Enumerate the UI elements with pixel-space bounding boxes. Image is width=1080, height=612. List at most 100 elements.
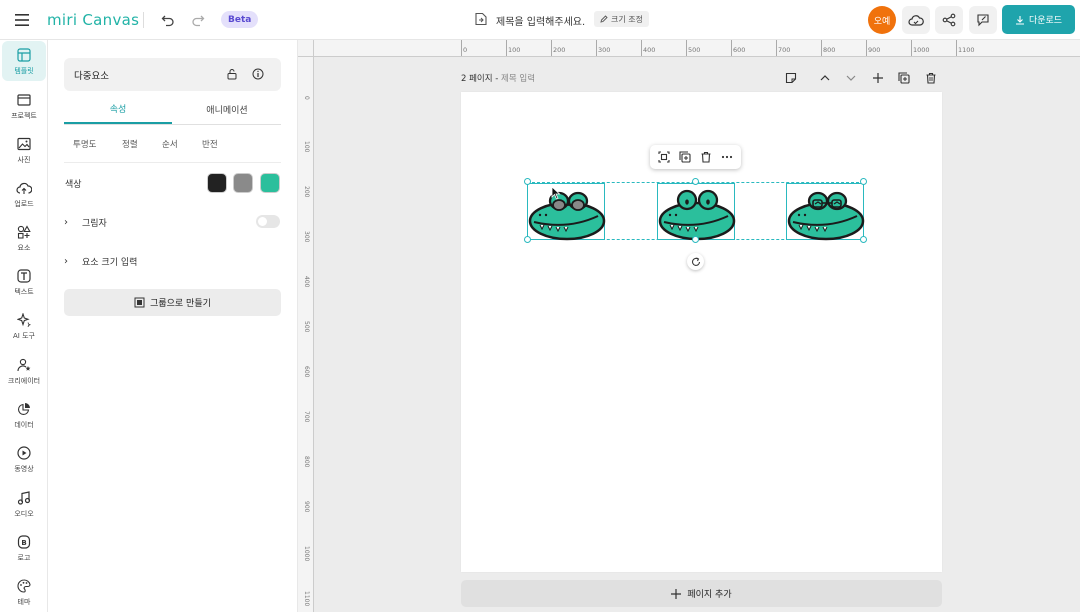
subtab-align[interactable]: 정렬 bbox=[122, 138, 138, 150]
subtab-order[interactable]: 순서 bbox=[162, 138, 178, 150]
comment-edit-icon bbox=[977, 14, 989, 27]
more-icon[interactable] bbox=[719, 149, 735, 165]
rail-item-photo[interactable]: 사진 bbox=[2, 130, 46, 170]
unlock-icon[interactable] bbox=[224, 66, 240, 82]
share-button[interactable] bbox=[935, 6, 963, 34]
download-icon bbox=[1015, 15, 1024, 25]
logo-icon: B bbox=[16, 534, 32, 550]
top-bar: miri Canvas Beta 제목을 입력해주세요. 크기 조정 오예 다운 bbox=[0, 0, 1080, 40]
document-icon bbox=[472, 10, 490, 28]
ruler-tick-label: 400 bbox=[640, 40, 656, 56]
ruler-tick-label: 900 bbox=[865, 40, 881, 56]
shadow-row[interactable]: › 그림자 bbox=[64, 212, 281, 232]
ai-tools-icon bbox=[16, 312, 32, 328]
page-title-input[interactable]: 제목 입력 bbox=[501, 74, 535, 84]
rail-item-project[interactable]: 프로젝트 bbox=[2, 86, 46, 126]
rail-item-logo[interactable]: B 로고 bbox=[2, 528, 46, 568]
chevron-right-icon: › bbox=[64, 255, 68, 267]
ruler-tick-label: 900 bbox=[303, 501, 310, 513]
rail-item-elements[interactable]: 요소 bbox=[2, 218, 46, 258]
upload-icon bbox=[16, 180, 32, 196]
app-logo[interactable]: miri Canvas bbox=[47, 9, 139, 31]
canvas-workspace: 0 100 200 300 400 500 600 700 800 900 1000 1100 0 10… bbox=[298, 40, 1080, 612]
rail-item-label: 크리에이터 bbox=[7, 376, 41, 385]
rail-item-label: AI 도구 bbox=[13, 331, 35, 340]
rail-item-text[interactable]: 텍스트 bbox=[2, 262, 46, 302]
share-icon bbox=[942, 13, 956, 27]
rotate-icon[interactable] bbox=[687, 253, 704, 270]
chevron-down-icon[interactable] bbox=[842, 69, 860, 87]
rail-item-theme[interactable]: 테마 bbox=[2, 572, 46, 612]
subtab-flip[interactable]: 반전 bbox=[202, 138, 218, 150]
info-icon[interactable] bbox=[250, 66, 266, 82]
ruler-tick-label: 0 bbox=[460, 40, 468, 56]
undo-icon[interactable] bbox=[156, 8, 180, 32]
resize-handle[interactable] bbox=[860, 236, 867, 243]
rail-item-template[interactable]: 템플릿 bbox=[2, 41, 46, 81]
vertical-ruler: 0 100 200 300 400 500 600 700 800 900 1000 1100 bbox=[298, 57, 314, 612]
panel-title: 다중요소 bbox=[74, 71, 109, 82]
redo-icon[interactable] bbox=[186, 8, 210, 32]
resize-handle[interactable] bbox=[524, 236, 531, 243]
crocodile-sunglasses-element[interactable] bbox=[527, 183, 606, 241]
rail-item-label: 요소 bbox=[17, 243, 31, 252]
creator-icon bbox=[16, 357, 32, 373]
menu-icon[interactable] bbox=[10, 8, 34, 32]
trash-icon[interactable] bbox=[922, 69, 940, 87]
page-note-icon[interactable] bbox=[782, 69, 800, 87]
rail-item-upload[interactable]: 업로드 bbox=[2, 174, 46, 214]
group-button[interactable]: 그룹으로 만들기 bbox=[64, 289, 281, 316]
download-button[interactable]: 다운로드 bbox=[1002, 5, 1075, 34]
rail-item-creator[interactable]: 크리에이터 bbox=[2, 351, 46, 391]
ruler-tick-label: 200 bbox=[550, 40, 566, 56]
mouse-cursor-icon bbox=[551, 185, 561, 204]
rail-item-label: 프로젝트 bbox=[11, 111, 37, 120]
add-page-button[interactable]: 페이지 추가 bbox=[461, 580, 942, 607]
color-label: 색상 bbox=[65, 180, 82, 190]
add-page-label: 페이지 추가 bbox=[687, 590, 732, 600]
shadow-toggle[interactable] bbox=[256, 215, 280, 228]
comment-button[interactable] bbox=[969, 6, 997, 34]
shadow-label: 그림자 bbox=[82, 218, 107, 229]
color-swatch[interactable] bbox=[260, 173, 280, 193]
document-title[interactable]: 제목을 입력해주세요. bbox=[496, 12, 585, 28]
resize-handle[interactable] bbox=[692, 178, 699, 185]
resize-button[interactable]: 크기 조정 bbox=[594, 11, 649, 27]
duplicate-icon[interactable] bbox=[677, 149, 693, 165]
duplicate-icon[interactable] bbox=[895, 69, 913, 87]
ruler-tick-label: 700 bbox=[303, 411, 310, 423]
cloud-save-button[interactable] bbox=[902, 6, 930, 34]
crocodile-element[interactable] bbox=[657, 183, 736, 241]
tab-properties[interactable]: 속성 bbox=[64, 94, 172, 124]
ruler-tick-label: 1100 bbox=[303, 591, 310, 607]
rail-item-data[interactable]: 데이터 bbox=[2, 395, 46, 435]
rail-item-audio[interactable]: 오디오 bbox=[2, 484, 46, 524]
color-swatch[interactable] bbox=[233, 173, 253, 193]
group-icon[interactable] bbox=[656, 149, 672, 165]
trash-icon[interactable] bbox=[698, 149, 714, 165]
subtab-opacity[interactable]: 투명도 bbox=[73, 138, 96, 150]
horizontal-ruler: 0 100 200 300 400 500 600 700 800 900 1000 1100 bbox=[314, 40, 1080, 57]
plus-icon bbox=[671, 588, 682, 599]
ruler-tick-label: 400 bbox=[303, 276, 310, 288]
crocodile-glasses-element[interactable] bbox=[786, 183, 865, 241]
rail-item-video[interactable]: 동영상 bbox=[2, 439, 46, 479]
tab-animation[interactable]: 애니메이션 bbox=[173, 94, 281, 124]
chevron-up-icon[interactable] bbox=[816, 69, 834, 87]
resize-handle[interactable] bbox=[860, 178, 867, 185]
download-label: 다운로드 bbox=[1028, 16, 1063, 26]
rail-item-label: 업로드 bbox=[14, 199, 34, 208]
chevron-right-icon: › bbox=[64, 216, 68, 228]
group-icon bbox=[134, 297, 145, 308]
resize-handle[interactable] bbox=[524, 178, 531, 185]
resize-handle[interactable] bbox=[692, 236, 699, 243]
ruler-tick-label: 1000 bbox=[911, 40, 930, 56]
color-swatch[interactable] bbox=[207, 173, 227, 193]
avatar[interactable]: 오예 bbox=[868, 6, 896, 34]
ruler-tick-label: 800 bbox=[303, 456, 310, 468]
add-icon[interactable] bbox=[869, 69, 887, 87]
beta-badge: Beta bbox=[221, 11, 259, 28]
divider bbox=[143, 12, 144, 28]
rail-item-ai-tools[interactable]: AI 도구 bbox=[2, 306, 46, 346]
size-input-row[interactable]: › 요소 크기 입력 bbox=[64, 251, 281, 271]
